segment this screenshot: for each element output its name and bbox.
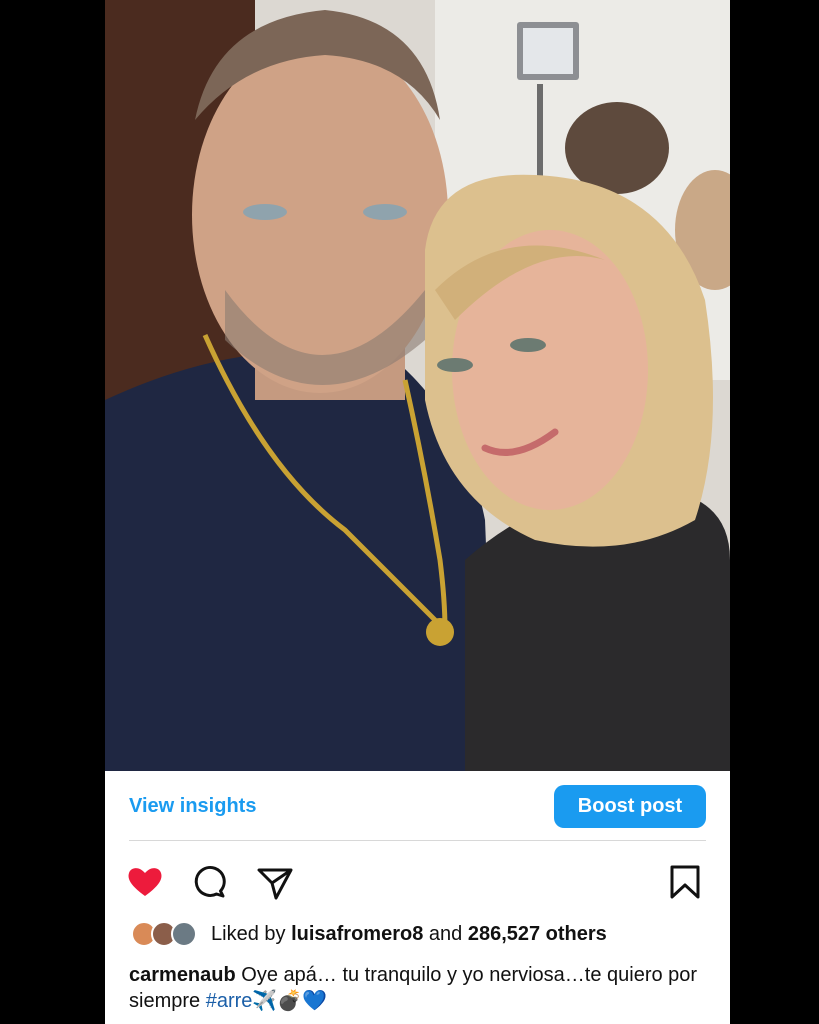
action-bar	[105, 858, 730, 902]
bookmark-icon[interactable]	[665, 862, 705, 902]
post-caption: carmenaub Oye apá… tu tranquilo y yo ner…	[129, 962, 709, 1014]
post-photo-illustration	[105, 0, 730, 771]
caption-username[interactable]: carmenaub	[129, 964, 236, 986]
caption-hashtag[interactable]: #arre	[206, 990, 253, 1012]
liked-prefix: Liked by	[211, 923, 286, 945]
likes-row: Liked by luisafromero8 and 286,527 other…	[129, 920, 719, 950]
caption-emoji: ✈️💣💙	[252, 990, 328, 1012]
liked-count-link[interactable]: 286,527 others	[468, 923, 607, 945]
insights-row: View insights Boost post	[105, 771, 730, 841]
liker-avatars[interactable]	[131, 920, 205, 950]
view-insights-link[interactable]: View insights	[129, 795, 256, 818]
post-photo[interactable]	[105, 0, 730, 771]
share-icon[interactable]	[255, 862, 295, 902]
heart-icon[interactable]	[125, 862, 165, 902]
instagram-post: View insights Boost post Liked by luisaf…	[105, 0, 730, 1024]
divider	[129, 840, 706, 841]
liked-and: and	[428, 923, 463, 945]
liked-user-link[interactable]: luisafromero8	[291, 923, 423, 945]
comment-icon[interactable]	[190, 862, 230, 902]
boost-post-button[interactable]: Boost post	[554, 785, 706, 828]
avatar	[171, 921, 197, 947]
liked-by-text: Liked by luisafromero8 and 286,527 other…	[211, 923, 607, 946]
